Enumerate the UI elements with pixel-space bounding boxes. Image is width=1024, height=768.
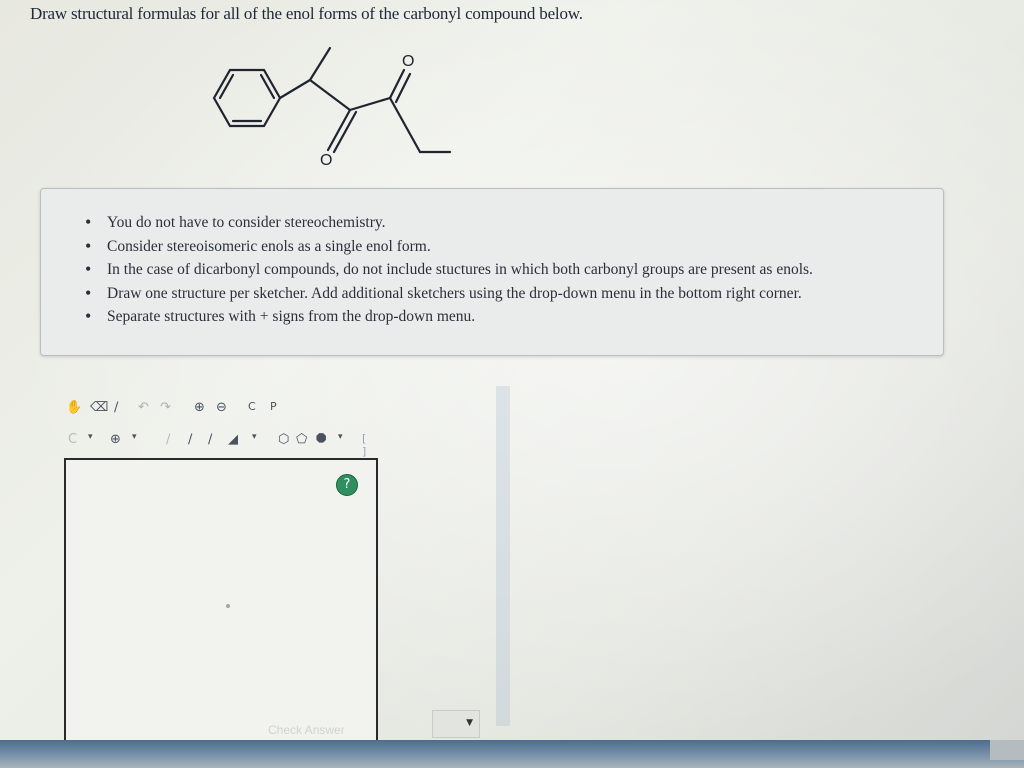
single-bond-icon[interactable]: ∕ (166, 432, 170, 447)
carbonyl-molecule: O O (212, 46, 452, 169)
charge-dropdown-icon[interactable]: ▾ (132, 432, 137, 442)
wedge-bond-icon[interactable]: ◢ (228, 432, 238, 447)
hint-item: Consider stereoisomeric enols as a singl… (85, 235, 943, 259)
charge-icon[interactable]: ⊕ (110, 432, 121, 447)
template-p-icon[interactable]: P (270, 400, 277, 413)
bracket-icon[interactable]: [ ] (362, 432, 366, 458)
chevron-down-icon: ▼ (466, 718, 473, 728)
ring-5-icon[interactable]: ⬠ (296, 432, 307, 447)
triple-bond-icon[interactable]: ∕ (208, 432, 212, 447)
bond-dropdown-icon[interactable]: ▾ (252, 432, 257, 442)
instructions-box: You do not have to consider stereochemis… (40, 188, 944, 356)
template-c-icon[interactable]: C (248, 400, 256, 413)
ring-dropdown-icon[interactable]: ▾ (338, 432, 343, 442)
zoom-in-icon[interactable]: ⊕ (194, 400, 205, 415)
zoom-out-icon[interactable]: ⊖ (216, 400, 227, 415)
hint-item: In the case of dicarbonyl compounds, do … (85, 258, 943, 282)
double-bond-icon[interactable]: ∕ (188, 432, 192, 447)
aldehyde-oxygen-label: O (402, 53, 414, 70)
atom-dropdown-icon[interactable]: ▾ (88, 432, 93, 442)
screen-bottom-bar (0, 740, 1024, 768)
sketcher-canvas[interactable] (64, 458, 378, 750)
hint-item: You do not have to consider stereochemis… (85, 211, 943, 235)
ketone-oxygen-label: O (320, 152, 332, 169)
erase-icon[interactable]: ⌫ (90, 400, 108, 415)
hand-icon[interactable]: ✋ (66, 400, 82, 415)
instructions-list: You do not have to consider stereochemis… (41, 189, 943, 329)
undo-icon[interactable]: ↶ (138, 400, 149, 415)
check-answer-button[interactable]: Check Answer (268, 723, 345, 737)
redo-icon[interactable]: ↷ (160, 400, 171, 415)
ring-8-icon[interactable]: ⯃ (316, 432, 326, 447)
add-sketcher-dropdown[interactable]: ▼ (432, 710, 480, 738)
ring-6-icon[interactable]: ⬡ (278, 432, 289, 447)
hint-item: Draw one structure per sketcher. Add add… (85, 282, 943, 306)
sketcher-panel-edge (496, 386, 510, 726)
canvas-center-dot (226, 604, 230, 608)
benzene-ring (212, 68, 282, 128)
question-text: Draw structural formulas for all of the … (30, 4, 583, 23)
hint-item: Separate structures with + signs from th… (85, 305, 943, 329)
help-button[interactable]: ? (336, 474, 358, 496)
bond-icon[interactable]: ∕ (114, 400, 118, 415)
bottom-right-button[interactable] (990, 740, 1024, 760)
atom-c-icon[interactable]: C (68, 432, 77, 447)
